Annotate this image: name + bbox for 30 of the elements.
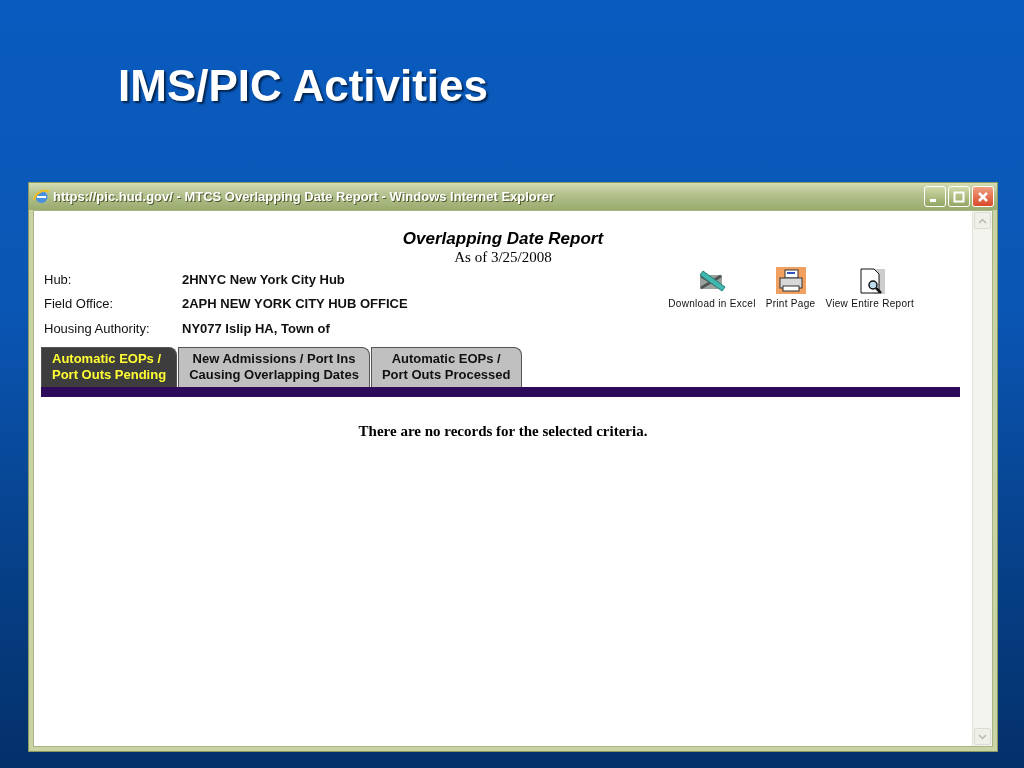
window-title: https://pic.hud.gov/ - MTCS Overlapping Date Report - Windows Internet Explorer bbox=[53, 189, 556, 204]
report-tab[interactable]: New Admissions / Port Ins Causing Overlapping Dates bbox=[178, 346, 370, 387]
field-value: 2APH NEW YORK CITY HUB OFFICE bbox=[182, 296, 408, 312]
field-value: NY077 Islip HA, Town of bbox=[182, 320, 330, 336]
printer-icon bbox=[775, 267, 806, 294]
close-icon bbox=[977, 190, 989, 203]
report-action-link[interactable]: View Entire Report bbox=[825, 267, 914, 341]
report-tab[interactable]: Automatic EOPs / Port Outs Pending bbox=[41, 346, 178, 387]
empty-message: There are no records for the selected criteria. bbox=[358, 422, 648, 440]
field-value: 2HNYC New York City Hub bbox=[182, 271, 345, 287]
scrollbar[interactable] bbox=[972, 211, 992, 746]
maximize-icon bbox=[953, 190, 965, 203]
browser-icon bbox=[33, 188, 50, 205]
chevron-up-icon bbox=[978, 217, 987, 224]
field-label: Housing Authority: bbox=[44, 320, 151, 336]
maximize-button[interactable] bbox=[948, 186, 970, 207]
report-title: Overlapping Date Report bbox=[402, 229, 604, 249]
minimize-button[interactable] bbox=[924, 186, 946, 207]
report-action-link[interactable]: Download in Excel bbox=[668, 267, 756, 341]
chevron-down-icon bbox=[978, 733, 987, 740]
slide-title: IMS/PIC Activities bbox=[118, 60, 489, 112]
minimize-icon bbox=[930, 199, 936, 202]
report-action-link[interactable]: Print Page bbox=[765, 267, 816, 341]
field-label: Field Office: bbox=[44, 296, 115, 312]
report-tab[interactable]: Automatic EOPs / Port Outs Processed bbox=[370, 346, 522, 387]
scroll-down-button[interactable] bbox=[974, 728, 991, 745]
scroll-up-button[interactable] bbox=[974, 212, 991, 229]
field-label: Hub: bbox=[44, 271, 73, 287]
report-date: As of 3/25/2008 bbox=[454, 249, 552, 265]
close-button[interactable] bbox=[972, 186, 994, 207]
